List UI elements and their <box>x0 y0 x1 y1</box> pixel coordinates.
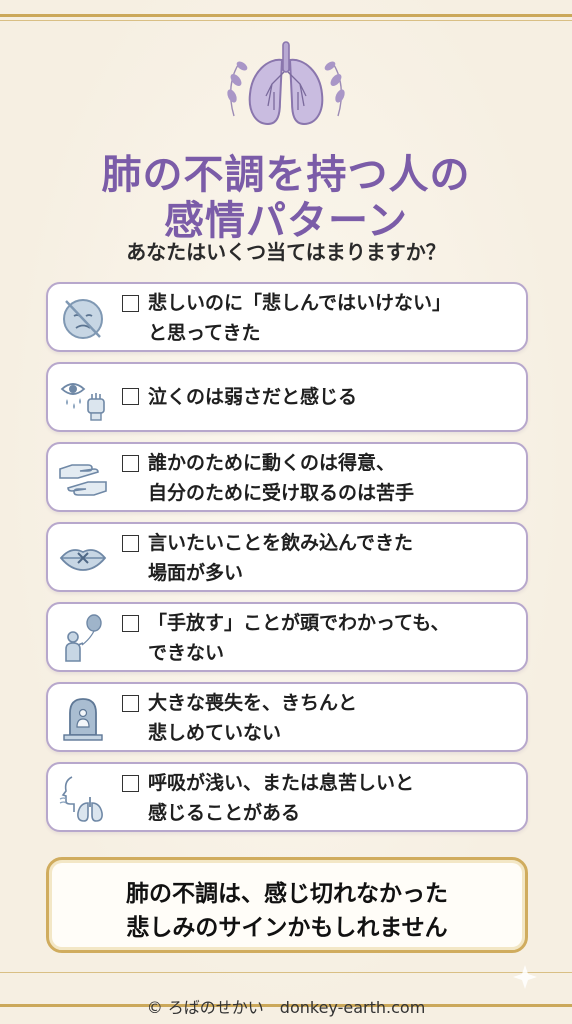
breathing-lungs-icon <box>59 776 103 822</box>
top-border <box>0 14 572 17</box>
crossed-sad-face-icon <box>63 299 103 339</box>
giving-hands-icon <box>59 464 107 496</box>
checklist-item: 大きな喪失を、きちんと 悲しめていない <box>46 682 528 752</box>
checklist-text: 大きな喪失を、きちんと 悲しめていない <box>148 692 358 744</box>
conclusion-line2: 悲しみのサインかもしれません <box>126 915 448 941</box>
checklist-item: 呼吸が浅い、または息苦しいと 感じることがある <box>46 762 528 832</box>
checklist-item: 悲しいのに「悲しんではいけない」 と思ってきた <box>46 282 528 352</box>
checklist-item: 誰かのために動くのは得意、 自分のために受け取るのは苦手 <box>46 442 528 512</box>
checkbox[interactable] <box>122 535 139 552</box>
conclusion-line1: 肺の不調は、感じ切れなかった <box>126 881 448 907</box>
top-border-thin <box>0 20 572 21</box>
conclusion-box: 肺の不調は、感じ切れなかった 悲しみのサインかもしれません <box>46 857 528 953</box>
bottom-border-thin <box>0 972 572 973</box>
sparkle-icon <box>513 965 537 989</box>
gravestone-icon <box>63 698 103 741</box>
tear-eye-fist-icon <box>60 383 105 421</box>
checklist-text: 「手放す」ことが頭でわかっても、 できない <box>148 612 450 664</box>
checkbox[interactable] <box>122 615 139 632</box>
checkbox[interactable] <box>122 775 139 792</box>
checklist-text: 呼吸が浅い、または息苦しいと 感じることがある <box>148 772 415 824</box>
sealed-lips-icon <box>59 549 107 571</box>
checklist-text: 誰かのために動くのは得意、 自分のために受け取るのは苦手 <box>148 452 415 504</box>
lungs-icon <box>227 41 345 126</box>
checklist-item: 言いたいことを飲み込んできた 場面が多い <box>46 522 528 592</box>
checklist-text: 悲しいのに「悲しんではいけない」 と思ってきた <box>148 292 452 344</box>
checkbox[interactable] <box>122 695 139 712</box>
checkbox[interactable] <box>122 455 139 472</box>
checklist-text: 言いたいことを飲み込んできた 場面が多い <box>148 532 414 584</box>
checkbox[interactable] <box>122 388 139 405</box>
checklist-item: 泣くのは弱さだと感じる <box>46 362 528 432</box>
checklist-item: 「手放す」ことが頭でわかっても、 できない <box>46 602 528 672</box>
subtitle: あなたはいくつ当てはまりますか？ <box>126 240 446 264</box>
footer-credit: © ろばのせかい donkey-earth.com <box>146 998 426 1017</box>
checkbox[interactable] <box>122 295 139 312</box>
checklist-text: 泣くのは弱さだと感じる <box>148 386 358 408</box>
person-balloon-icon <box>65 614 102 662</box>
